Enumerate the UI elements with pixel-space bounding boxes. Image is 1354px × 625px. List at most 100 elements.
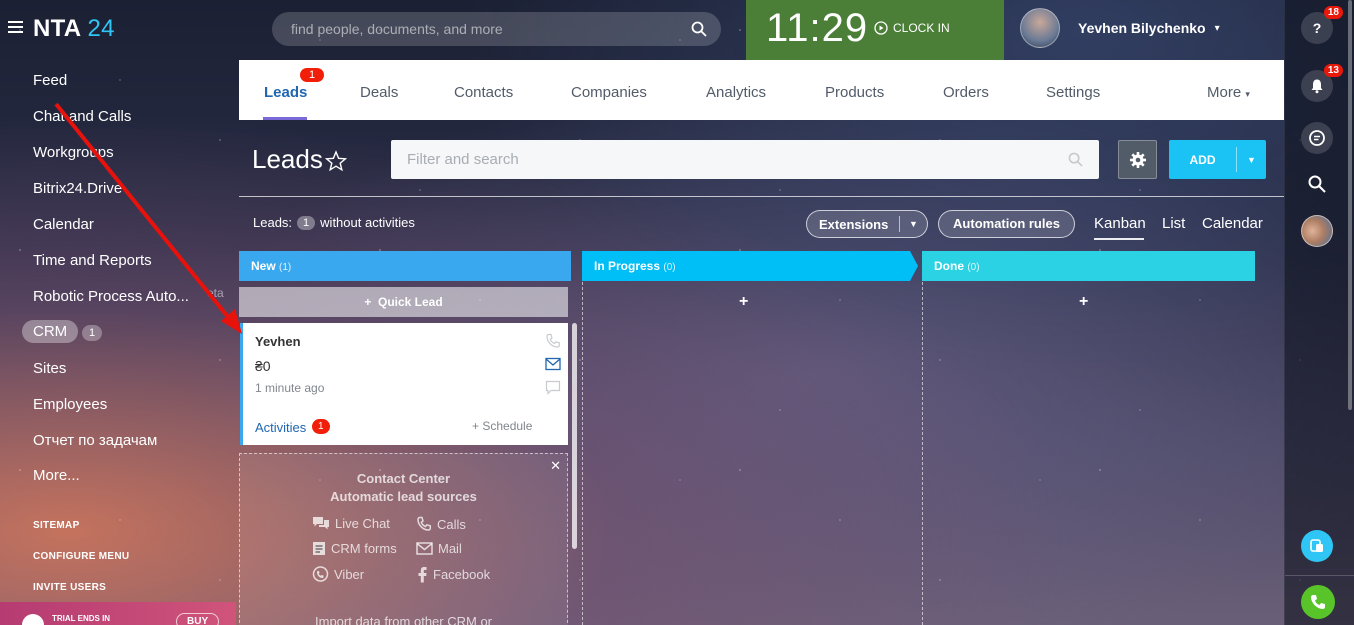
user-menu[interactable]: Yevhen Bilychenko ▾ [1020,8,1220,48]
help-icon[interactable]: ? 18 [1301,6,1343,44]
without-activities-label[interactable]: without activities [320,215,415,230]
rail-scrollbar[interactable] [1348,0,1352,410]
open-lines-icon[interactable] [1301,122,1333,154]
tab-more[interactable]: More ▾ [1207,84,1250,101]
phone-icon[interactable] [545,333,561,354]
global-search-input[interactable] [272,12,721,46]
tab-deals[interactable]: Deals [360,84,398,101]
automation-rules-button[interactable]: Automation rules [938,210,1075,238]
source-mail[interactable]: Mail [416,541,462,556]
clock-time: 11:29 [766,6,869,50]
logo[interactable]: NTA 24 [33,15,115,43]
add-lead-done-icon[interactable]: + [1079,293,1088,311]
phone-icon[interactable] [1301,585,1335,619]
tab-products[interactable]: Products [825,84,884,101]
menu-item-sites[interactable]: Sites [33,360,66,377]
tab-companies[interactable]: Companies [571,84,647,101]
messenger-icon[interactable] [1301,530,1333,562]
notifications-bell-icon[interactable]: 13 [1301,64,1343,102]
search-icon[interactable] [1068,152,1083,172]
chevron-down-icon[interactable]: ▼ [1237,155,1266,165]
configure-menu-link[interactable]: CONFIGURE MENU [33,551,129,562]
import-data-text[interactable]: Import data from other CRM or [240,614,567,625]
leads-counter: Leads: 1 without activities [253,215,415,230]
user-name[interactable]: Yevhen Bilychenko [1078,20,1206,36]
add-lead-in-progress-icon[interactable]: + [739,293,748,311]
global-search[interactable] [272,12,721,46]
source-calls[interactable]: Calls [416,516,466,532]
page-title: Leads [252,144,323,174]
user-avatar[interactable] [1020,8,1060,48]
menu-item-task-report[interactable]: Отчет по задачам [33,432,157,449]
buy-button[interactable]: BUY [176,613,220,625]
menu-item-employees[interactable]: Employees [33,396,107,413]
column-title: In Progress [594,259,661,273]
lead-time: 1 minute ago [255,381,325,395]
tab-analytics[interactable]: Analytics [706,84,766,101]
extensions-label[interactable]: Extensions [807,217,899,232]
view-calendar[interactable]: Calendar [1202,215,1263,232]
view-list[interactable]: List [1162,215,1185,232]
menu-item-workgroups[interactable]: Workgroups [33,144,114,161]
menu-item-calendar[interactable]: Calendar [33,216,94,233]
view-kanban[interactable]: Kanban [1094,215,1146,232]
menu-item-robotic-process-automation[interactable]: Robotic Process Auto... [33,288,189,305]
lead-price: ₴0 [255,358,271,374]
menu-item-feed[interactable]: Feed [33,72,67,89]
tab-settings[interactable]: Settings [1046,84,1100,101]
column-scrollbar[interactable] [572,323,577,549]
column-title: Done [934,259,964,273]
sitemap-link[interactable]: SITEMAP [33,520,80,531]
add-button-label[interactable]: ADD [1169,153,1236,167]
menu-item-chat-and-calls[interactable]: Chat and Calls [33,108,131,125]
source-live-chat[interactable]: Live Chat [312,516,390,531]
phone-icon [417,516,432,531]
source-crm-forms[interactable]: CRM forms [312,541,397,556]
comment-icon[interactable] [545,380,561,400]
star-icon[interactable] [324,150,348,177]
lead-name[interactable]: Yevhen [255,334,301,349]
source-label: Facebook [433,567,491,582]
filter-search-input[interactable] [391,140,1099,179]
tab-orders[interactable]: Orders [943,84,989,101]
menu-item-crm[interactable]: CRM [22,320,79,343]
chevron-down-icon[interactable]: ▾ [1215,23,1220,34]
rail-search-icon[interactable] [1301,168,1333,200]
source-label: CRM forms [331,541,397,556]
beta-label: eta [207,286,224,300]
contact-avatar[interactable] [1301,215,1333,247]
quick-lead-button[interactable]: + Quick Lead [239,287,568,317]
column-header-done[interactable]: Done (0) [922,251,1255,281]
tab-contacts[interactable]: Contacts [454,84,513,101]
trial-banner: TRIAL ENDS IN BUY [0,602,236,625]
leads-count-badge[interactable]: 1 [297,215,316,230]
title-divider [239,196,1284,197]
source-facebook[interactable]: Facebook [416,566,490,583]
menu-item-more[interactable]: More... [33,467,80,484]
settings-gear-button[interactable] [1118,140,1157,179]
help-badge: 18 [1323,6,1343,19]
filter-search[interactable] [391,140,1099,179]
lead-card[interactable]: Yevhen ₴0 1 minute ago Activities 1 + Sc… [240,323,568,445]
chevron-down-icon: ▾ [1245,89,1250,99]
source-label: Live Chat [335,516,390,531]
search-icon[interactable] [691,21,707,42]
add-button[interactable]: ADD ▼ [1169,140,1266,179]
menu-item-drive[interactable]: Bitrix24.Drive [33,180,122,197]
activities-link[interactable]: Activities [255,420,306,435]
chevron-down-icon[interactable]: ▼ [900,219,927,229]
clock-in-button[interactable]: CLOCK IN [874,21,950,35]
schedule-link[interactable]: + Schedule [472,419,532,433]
quick-lead-label: Quick Lead [378,295,443,309]
column-header-new[interactable]: New (1) [239,251,571,281]
extensions-button[interactable]: Extensions ▼ [806,210,928,238]
clock-widget[interactable]: 11:29 CLOCK IN [746,0,1004,60]
menu-burger-icon[interactable] [8,21,23,34]
column-header-in-progress[interactable]: In Progress (0) [582,251,918,281]
mail-icon[interactable] [545,357,561,376]
invite-users-link[interactable]: INVITE USERS [33,582,106,593]
source-viber[interactable]: Viber [312,566,364,583]
tab-leads[interactable]: Leads [264,84,307,101]
plus-icon: + [364,295,372,309]
menu-item-time-and-reports[interactable]: Time and Reports [33,252,152,269]
